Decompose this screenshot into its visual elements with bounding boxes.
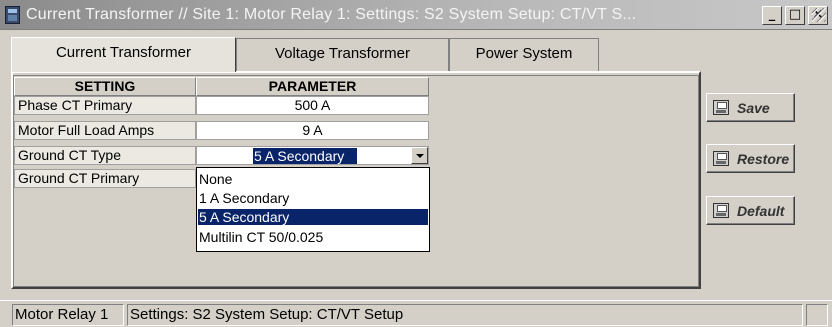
title-bar[interactable]: Current Transformer // Site 1: Motor Rel… [0,0,832,30]
resize-grip-icon[interactable] [812,8,826,22]
default-button[interactable]: Default [706,196,795,225]
status-grip-cell [806,304,828,326]
default-button-label: Default [737,203,785,219]
restore-button[interactable]: Restore [706,144,795,173]
setting-label-phase-ct-primary: Phase CT Primary [14,96,196,115]
window-title: Current Transformer // Site 1: Motor Rel… [26,6,637,23]
parameter-phase-ct-primary[interactable]: 500 A [196,96,429,115]
restore-icon [713,151,729,166]
dropdown-arrow-icon[interactable] [411,147,428,164]
status-path: Settings: S2 System Setup: CT/VT Setup [127,304,803,326]
setting-column-header: SETTING [14,77,196,96]
parameter-column-header: PARAMETER [196,77,429,96]
dropdown-option-5a-secondary[interactable]: 5 A Secondary [198,209,428,225]
restore-button-label: Restore [737,151,790,167]
dropdown-option-none[interactable]: None [198,171,428,187]
minimize-button[interactable]: _ [762,6,782,25]
dropdown-option-multilin-ct[interactable]: Multilin CT 50/0.025 [198,229,428,245]
parameter-motor-full-load-amps[interactable]: 9 A [196,121,429,140]
tab-current-transformer[interactable]: Current Transformer [11,37,236,72]
setting-label-ground-ct-type: Ground CT Type [14,146,196,165]
save-button[interactable]: Save [706,93,795,122]
maximize-button[interactable]: □ [785,6,805,25]
ground-ct-type-dropdown-list: None 1 A Secondary 5 A Secondary Multili… [196,167,430,252]
dropdown-option-1a-secondary[interactable]: 1 A Secondary [198,190,428,206]
save-button-label: Save [737,100,770,116]
ground-ct-type-selected-value[interactable]: 5 A Secondary [253,148,357,164]
default-icon [713,203,729,218]
setting-label-motor-full-load-amps: Motor Full Load Amps [14,121,196,140]
setting-label-ground-ct-primary: Ground CT Primary [14,169,196,188]
save-icon [713,100,729,115]
status-device: Motor Relay 1 [12,304,124,326]
status-bar: Motor Relay 1 Settings: S2 System Setup:… [0,300,832,327]
tab-power-system[interactable]: Power System [449,38,599,71]
tab-voltage-transformer[interactable]: Voltage Transformer [236,38,449,71]
app-icon [5,6,20,24]
